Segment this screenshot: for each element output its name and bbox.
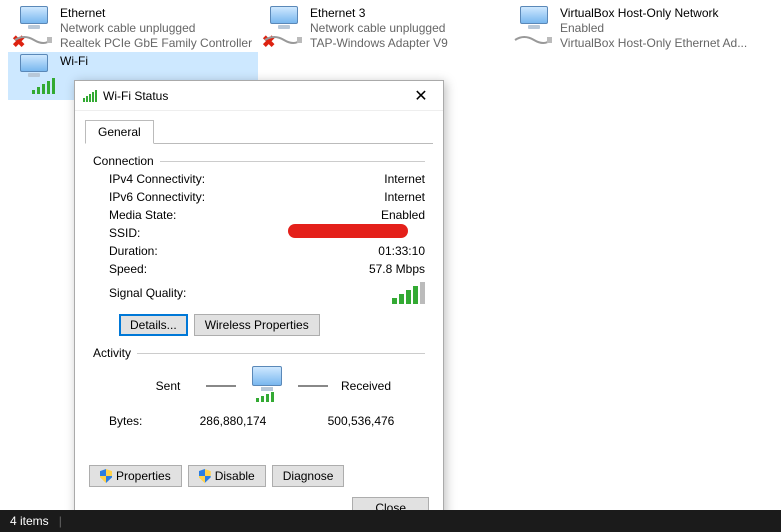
adapter-desc: VirtualBox Host-Only Ethernet Ad...	[560, 36, 747, 51]
dialog-title: Wi-Fi Status	[103, 89, 401, 103]
explorer-statusbar: 4 items |	[0, 510, 781, 532]
connection-group: Connection IPv4 Connectivity: Internet IP…	[93, 154, 425, 336]
activity-received-label: Received	[336, 379, 396, 393]
adapter-name: VirtualBox Host-Only Network	[560, 6, 747, 21]
activity-group-label: Activity	[93, 346, 131, 360]
dialog-tabstrip: General	[85, 119, 433, 144]
activity-sent-label: Sent	[138, 379, 198, 393]
adapter-ethernet3[interactable]: ✖ Ethernet 3 Network cable unplugged TAP…	[258, 4, 508, 52]
details-button[interactable]: Details...	[119, 314, 188, 336]
signal-quality-bars-icon	[392, 282, 425, 304]
disable-button[interactable]: Disable	[188, 465, 266, 487]
ssid-label: SSID:	[109, 226, 140, 240]
statusbar-separator: |	[59, 514, 62, 528]
activity-computer-icon	[244, 366, 290, 406]
tab-general[interactable]: General	[85, 120, 154, 144]
connection-group-label: Connection	[93, 154, 154, 168]
properties-button[interactable]: Properties	[89, 465, 182, 487]
signal-quality-label: Signal Quality:	[109, 286, 186, 300]
adapter-virtualbox[interactable]: VirtualBox Host-Only Network Enabled Vir…	[508, 4, 758, 52]
dialog-titlebar[interactable]: Wi-Fi Status ✕	[75, 81, 443, 111]
disable-button-label: Disable	[215, 469, 255, 483]
media-state-value: Enabled	[381, 208, 425, 222]
adapter-name: Ethernet 3	[310, 6, 448, 21]
ipv6-label: IPv6 Connectivity:	[109, 190, 205, 204]
adapter-desc: TAP-Windows Adapter V9	[310, 36, 448, 51]
wifi-bars-icon	[83, 90, 97, 102]
shield-icon	[199, 469, 211, 483]
activity-line-icon	[298, 385, 328, 387]
properties-button-label: Properties	[116, 469, 171, 483]
bytes-label: Bytes:	[109, 414, 169, 428]
adapter-status: Network cable unplugged	[60, 21, 252, 36]
speed-value: 57.8 Mbps	[369, 262, 425, 276]
adapter-desc: Realtek PCIe GbE Family Controller	[60, 36, 252, 51]
media-state-label: Media State:	[109, 208, 176, 222]
activity-line-icon	[206, 385, 236, 387]
statusbar-item-count: 4 items	[10, 514, 49, 528]
ipv4-value: Internet	[384, 172, 425, 186]
dialog-close-button[interactable]: ✕	[401, 82, 441, 110]
wifi-status-dialog: Wi-Fi Status ✕ General Connection IPv4 C…	[74, 80, 444, 528]
action-button-row: Properties Disable Diagnose	[89, 465, 344, 487]
bytes-received-value: 500,536,476	[297, 414, 425, 428]
shield-icon	[100, 469, 112, 483]
adapter-name: Wi-Fi	[60, 54, 88, 69]
ipv6-value: Internet	[384, 190, 425, 204]
wifi-adapter-icon	[12, 54, 56, 98]
network-adapter-icon: ✖	[262, 6, 306, 50]
speed-label: Speed:	[109, 262, 147, 276]
duration-value: 01:33:10	[378, 244, 425, 258]
wifi-bars-icon	[32, 78, 55, 94]
diagnose-button[interactable]: Diagnose	[272, 465, 345, 487]
adapter-name: Ethernet	[60, 6, 252, 21]
wireless-properties-button[interactable]: Wireless Properties	[194, 314, 320, 336]
bytes-sent-value: 286,880,174	[169, 414, 297, 428]
activity-group: Activity Sent Received Bytes: 286,880,17…	[93, 346, 425, 428]
network-adapter-icon	[512, 6, 556, 50]
adapter-status: Enabled	[560, 21, 747, 36]
network-adapter-icon: ✖	[12, 6, 56, 50]
redaction-mark	[288, 224, 408, 238]
ipv4-label: IPv4 Connectivity:	[109, 172, 205, 186]
duration-label: Duration:	[109, 244, 158, 258]
adapter-status: Network cable unplugged	[310, 21, 448, 36]
adapter-ethernet[interactable]: ✖ Ethernet Network cable unplugged Realt…	[8, 4, 258, 52]
